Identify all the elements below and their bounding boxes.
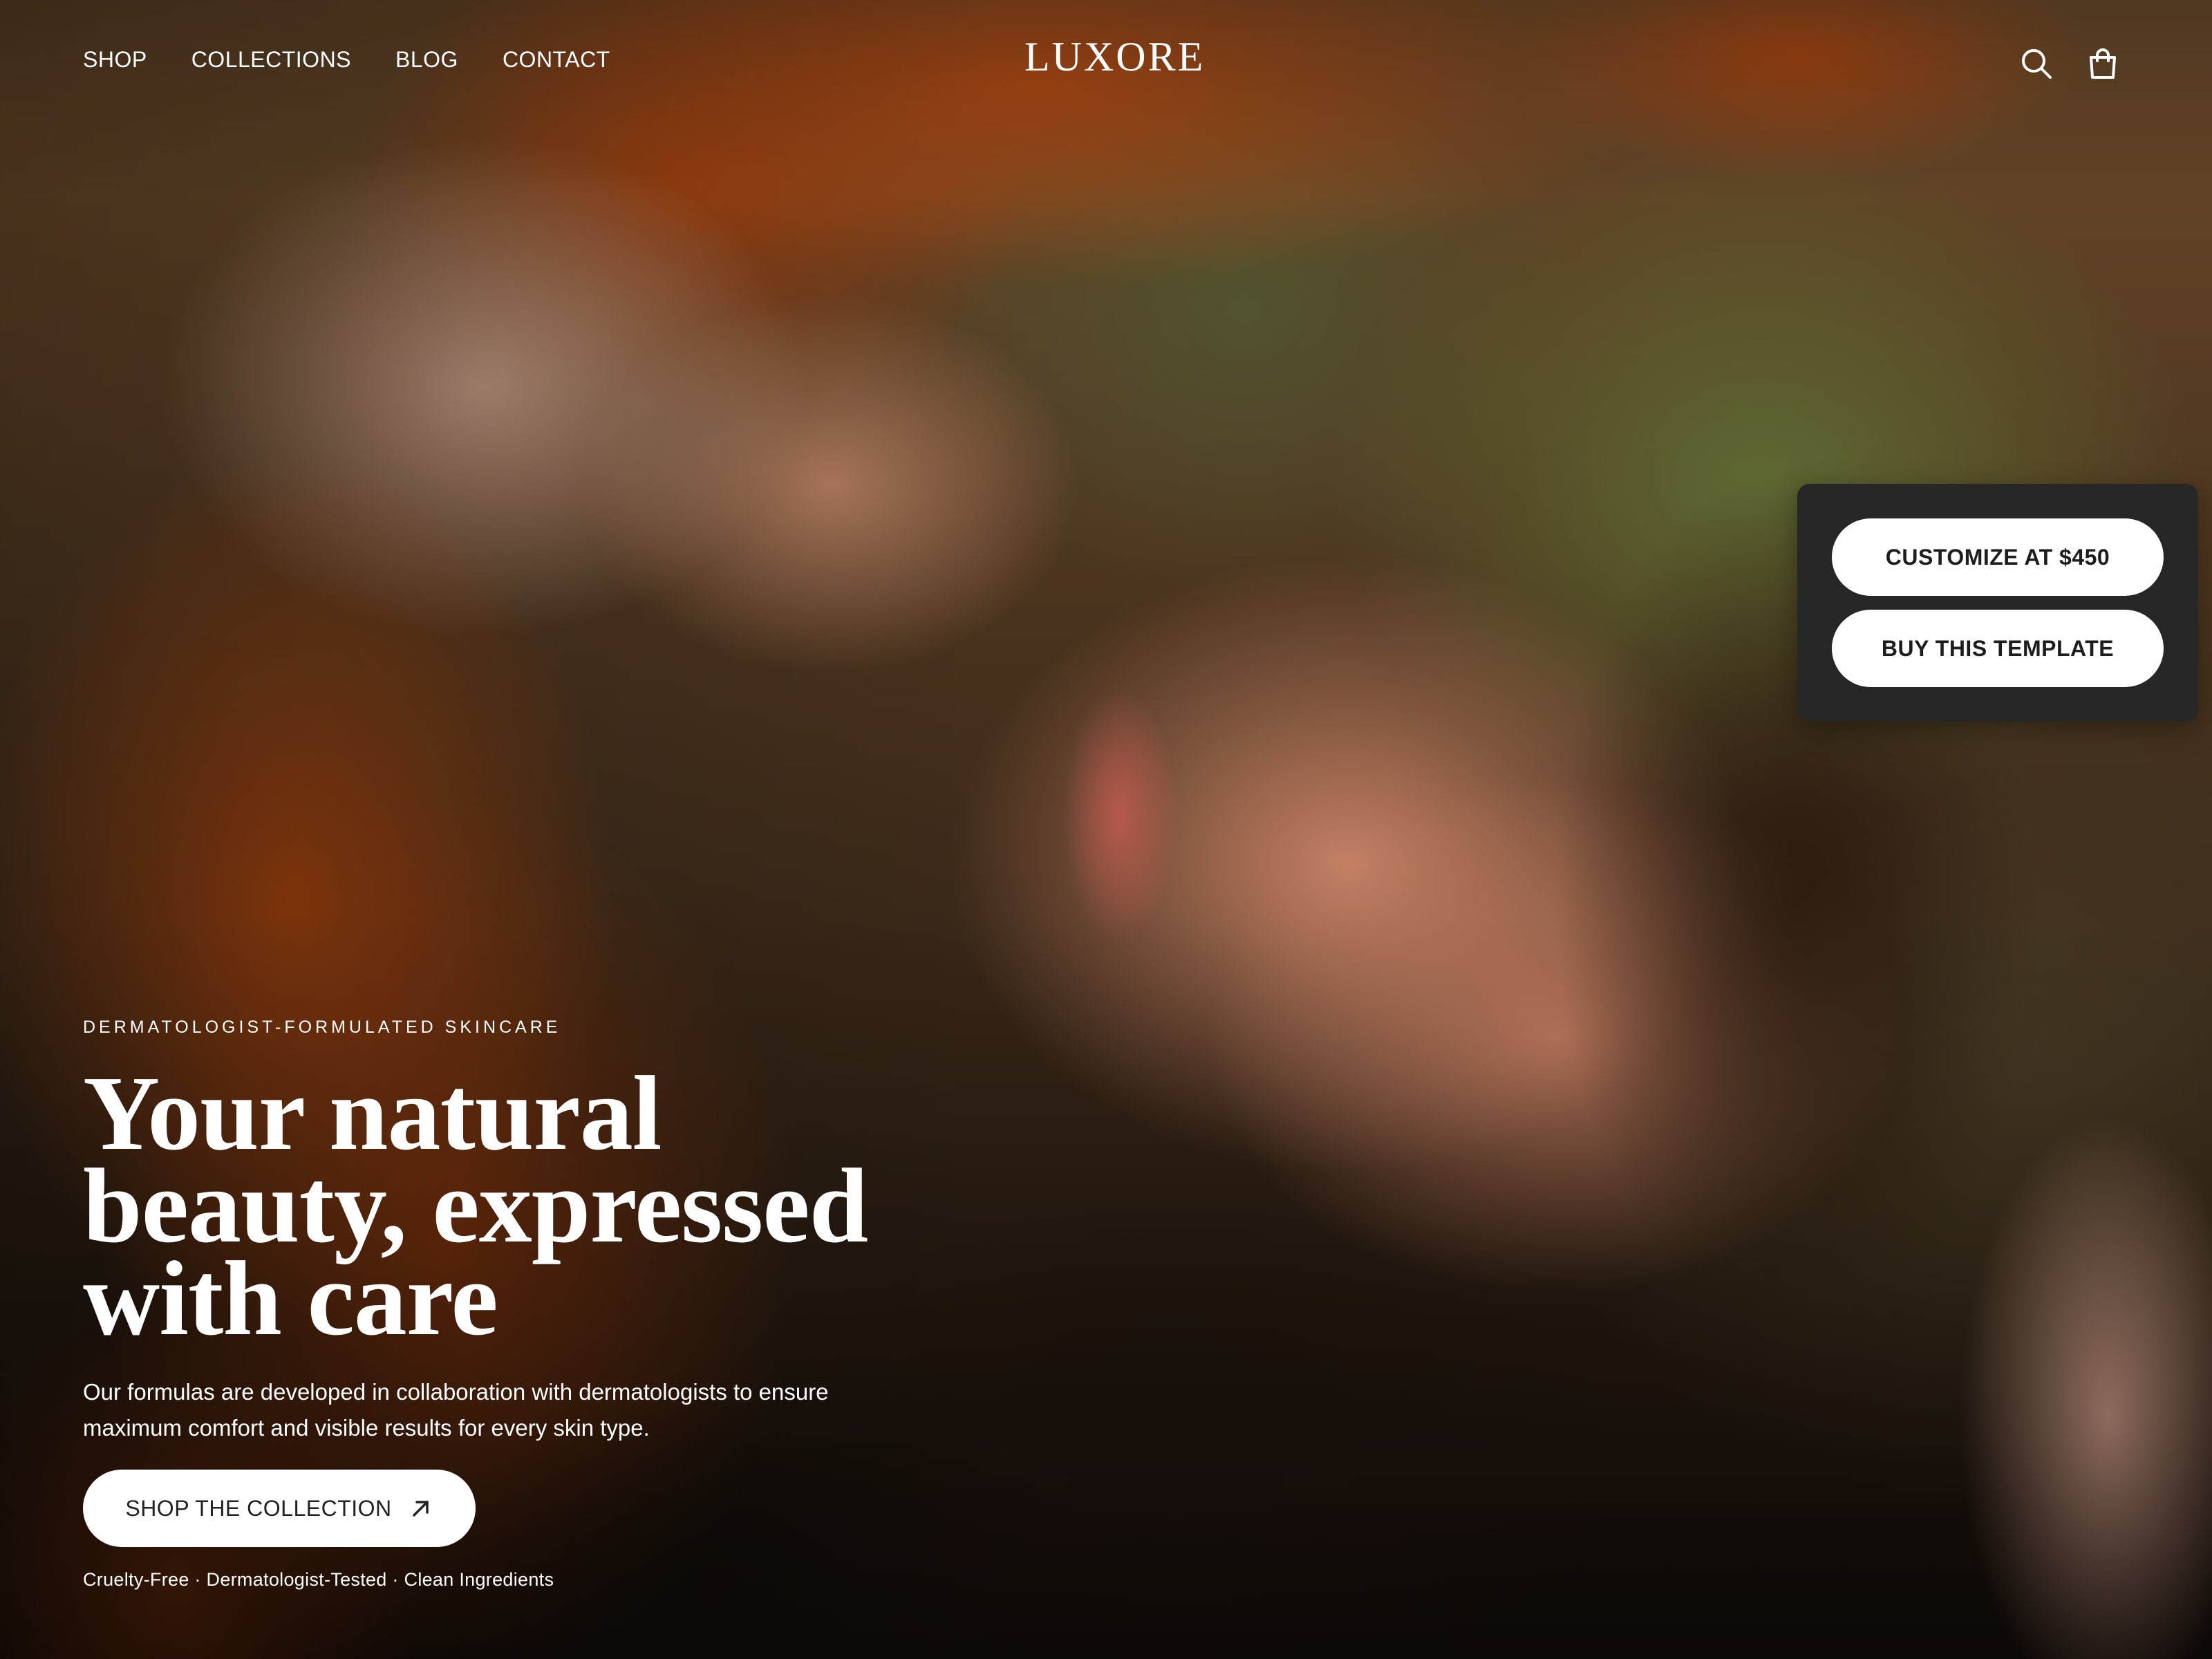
description-line: maximum comfort and visible results for … [83,1415,650,1441]
search-button[interactable] [2018,46,2054,82]
trust-badges-line: Cruelty-Free · Dermatologist-Tested · Cl… [83,1569,554,1590]
headline-line: Your natural [83,1055,662,1172]
customize-button[interactable]: CUSTOMIZE AT $450 [1832,518,2164,596]
shop-collection-button[interactable]: SHOP THE COLLECTION [83,1470,476,1547]
nav-contact[interactable]: CONTACT [503,47,610,73]
headline-line: with care [83,1240,498,1358]
shopping-bag-icon [2090,48,2116,79]
brand-logo[interactable]: LUXORE [1024,36,1205,77]
nav-shop[interactable]: SHOP [83,47,147,73]
description-line: Our formulas are developed in collaborat… [83,1379,829,1405]
hero-eyebrow: DERMATOLOGIST-FORMULATED SKINCARE [83,1018,561,1037]
cart-button[interactable] [2085,46,2121,82]
shop-collection-label: SHOP THE COLLECTION [125,1495,392,1521]
search-icon [2022,49,2052,79]
hero-page: SHOP COLLECTIONS BLOG CONTACT LUXORE CUS… [0,0,2212,1659]
buy-template-button[interactable]: BUY THIS TEMPLATE [1832,610,2164,687]
arrow-up-right-icon [412,1501,429,1517]
main-nav: SHOP COLLECTIONS BLOG CONTACT [83,47,610,73]
nav-collections[interactable]: COLLECTIONS [191,47,351,73]
nav-blog[interactable]: BLOG [395,47,458,73]
hero-content: DERMATOLOGIST-FORMULATED SKINCARE Your n… [83,1015,1120,1591]
headline-line: beauty, expressed [83,1147,868,1265]
hero-headline: Your natural beauty, expressed with care [83,1055,1120,1358]
template-promo-panel: CUSTOMIZE AT $450 BUY THIS TEMPLATE [1797,484,2198,722]
hero-description: Our formulas are developed in collaborat… [83,1374,1120,1446]
site-header: SHOP COLLECTIONS BLOG CONTACT LUXORE [0,0,2212,124]
